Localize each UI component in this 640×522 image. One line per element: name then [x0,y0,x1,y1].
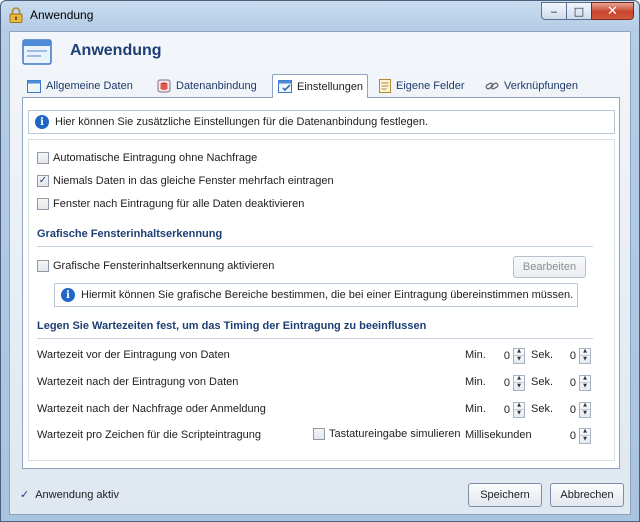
wait-row-before-entry: Wartezeit vor der Eintragung von Daten M… [37,347,593,365]
document-icon [379,79,391,93]
checkbox[interactable] [37,152,49,164]
info-icon: i [35,115,49,129]
minutes-stepper[interactable]: 0 ▲ ▼ [495,374,525,391]
tab-label: Verknüpfungen [504,80,579,92]
info-text: Hier können Sie zusätzliche Einstellunge… [55,116,429,128]
milliseconds-stepper[interactable]: 0 ▲ ▼ [561,427,591,444]
minutes-value[interactable]: 0 [504,350,513,362]
checkmark-icon[interactable]: ✓ [20,488,29,501]
database-icon [157,79,171,93]
tab-label: Eigene Felder [396,80,465,92]
window-icon [27,79,41,93]
seconds-value[interactable]: 0 [570,377,579,389]
title-bar[interactable]: Anwendung ‒ □ ✕ [1,1,639,29]
minutes-value[interactable]: 0 [504,377,513,389]
wait-row-per-character: Wartezeit pro Zeichen für die Scripteint… [37,427,593,445]
close-button[interactable]: ✕ [591,2,634,20]
save-button[interactable]: Speichern [468,483,542,507]
minutes-stepper[interactable]: 0 ▲ ▼ [495,347,525,364]
info-icon: i [61,288,75,302]
arrow-down-icon[interactable]: ▼ [580,355,590,363]
option-label: Automatische Eintragung ohne Nachfrage [53,152,258,164]
milliseconds-label: Millisekunden [465,429,532,441]
tab-label: Allgemeine Daten [46,80,133,92]
section-divider [37,246,593,247]
wait-label: Wartezeit nach der Nachfrage oder Anmeld… [37,403,266,415]
arrow-down-icon[interactable]: ▼ [580,435,590,443]
seconds-value[interactable]: 0 [570,404,579,416]
option-auto-entry[interactable]: Automatische Eintragung ohne Nachfrage [37,152,257,164]
seconds-stepper[interactable]: 0 ▲ ▼ [561,401,591,418]
wait-label: Wartezeit pro Zeichen für die Scripteint… [37,429,261,441]
sec-label: Sek. [531,349,554,361]
lock-icon [9,7,23,23]
checkbox[interactable]: ✓ [37,175,49,187]
hint-text: Hiermit können Sie grafische Bereiche be… [81,289,574,301]
arrow-down-icon[interactable]: ▼ [514,355,524,363]
seconds-value[interactable]: 0 [570,350,579,362]
min-label: Min. [465,376,486,388]
wait-row-after-prompt: Wartezeit nach der Nachfrage oder Anmeld… [37,401,593,419]
edit-button[interactable]: Bearbeiten [513,256,586,278]
option-label: Grafische Fensterinhaltserkennung aktivi… [53,260,275,272]
info-banner: i Hier können Sie zusätzliche Einstellun… [28,110,615,134]
min-label: Min. [465,403,486,415]
sec-label: Sek. [531,403,554,415]
minutes-value[interactable]: 0 [504,404,513,416]
option-never-duplicate[interactable]: ✓ Niemals Daten in das gleiche Fenster m… [37,175,334,187]
option-simulate-keyboard[interactable]: Tastatureingabe simulieren [313,428,460,440]
option-graphic-recognition[interactable]: Grafische Fensterinhaltserkennung aktivi… [37,260,274,272]
window-title: Anwendung [30,8,94,22]
min-label: Min. [465,349,486,361]
cancel-button[interactable]: Abbrechen [550,483,624,507]
arrow-down-icon[interactable]: ▼ [580,382,590,390]
graphic-hint-banner: i Hiermit können Sie grafische Bereiche … [54,283,578,307]
arrow-down-icon[interactable]: ▼ [580,409,590,417]
settings-content: Automatische Eintragung ohne Nachfrage ✓… [28,139,615,461]
settings-panel: i Hier können Sie zusätzliche Einstellun… [22,97,620,469]
wait-label: Wartezeit vor der Eintragung von Daten [37,349,230,361]
dialog-body: Anwendung Allgemeine Daten Datenanbindun… [9,31,631,515]
option-label: Niemals Daten in das gleiche Fenster meh… [53,175,334,187]
application-active-toggle[interactable]: ✓ Anwendung aktiv [20,488,119,502]
application-active-label: Anwendung aktiv [35,488,119,501]
wait-row-after-entry: Wartezeit nach der Eintragung von Daten … [37,374,593,392]
tab-verknuepfungen[interactable]: Verknüpfungen [480,76,590,96]
maximize-button[interactable]: □ [566,2,592,20]
link-icon [485,82,499,90]
tab-label: Einstellungen [297,80,364,93]
option-deactivate-window[interactable]: Fenster nach Eintragung für alle Daten d… [37,198,304,210]
settings-window-icon [278,79,292,93]
page-title: Anwendung [70,42,162,59]
section-divider [37,338,593,339]
minutes-stepper[interactable]: 0 ▲ ▼ [495,401,525,418]
option-label: Tastatureingabe simulieren [329,428,461,440]
tab-allgemeine-daten[interactable]: Allgemeine Daten [22,76,140,96]
section-title-timing: Legen Sie Wartezeiten fest, um das Timin… [37,320,427,332]
tab-einstellungen[interactable]: Einstellungen [272,74,368,98]
wait-label: Wartezeit nach der Eintragung von Daten [37,376,239,388]
checkbox[interactable] [37,198,49,210]
application-window-icon [22,39,52,65]
tab-label: Datenanbindung [176,80,257,92]
checkbox[interactable] [313,428,325,440]
milliseconds-value[interactable]: 0 [570,430,579,442]
seconds-stepper[interactable]: 0 ▲ ▼ [561,374,591,391]
arrow-down-icon[interactable]: ▼ [514,382,524,390]
sec-label: Sek. [531,376,554,388]
application-window: Anwendung ‒ □ ✕ Anwendung Allgemeine Dat… [0,0,640,522]
arrow-down-icon[interactable]: ▼ [514,409,524,417]
tab-eigene-felder[interactable]: Eigene Felder [374,76,474,96]
minimize-button[interactable]: ‒ [541,2,567,20]
seconds-stepper[interactable]: 0 ▲ ▼ [561,347,591,364]
tab-datenanbindung[interactable]: Datenanbindung [152,76,264,96]
section-title-graphic: Grafische Fensterinhaltserkennung [37,228,223,240]
option-label: Fenster nach Eintragung für alle Daten d… [53,198,305,210]
checkbox[interactable] [37,260,49,272]
